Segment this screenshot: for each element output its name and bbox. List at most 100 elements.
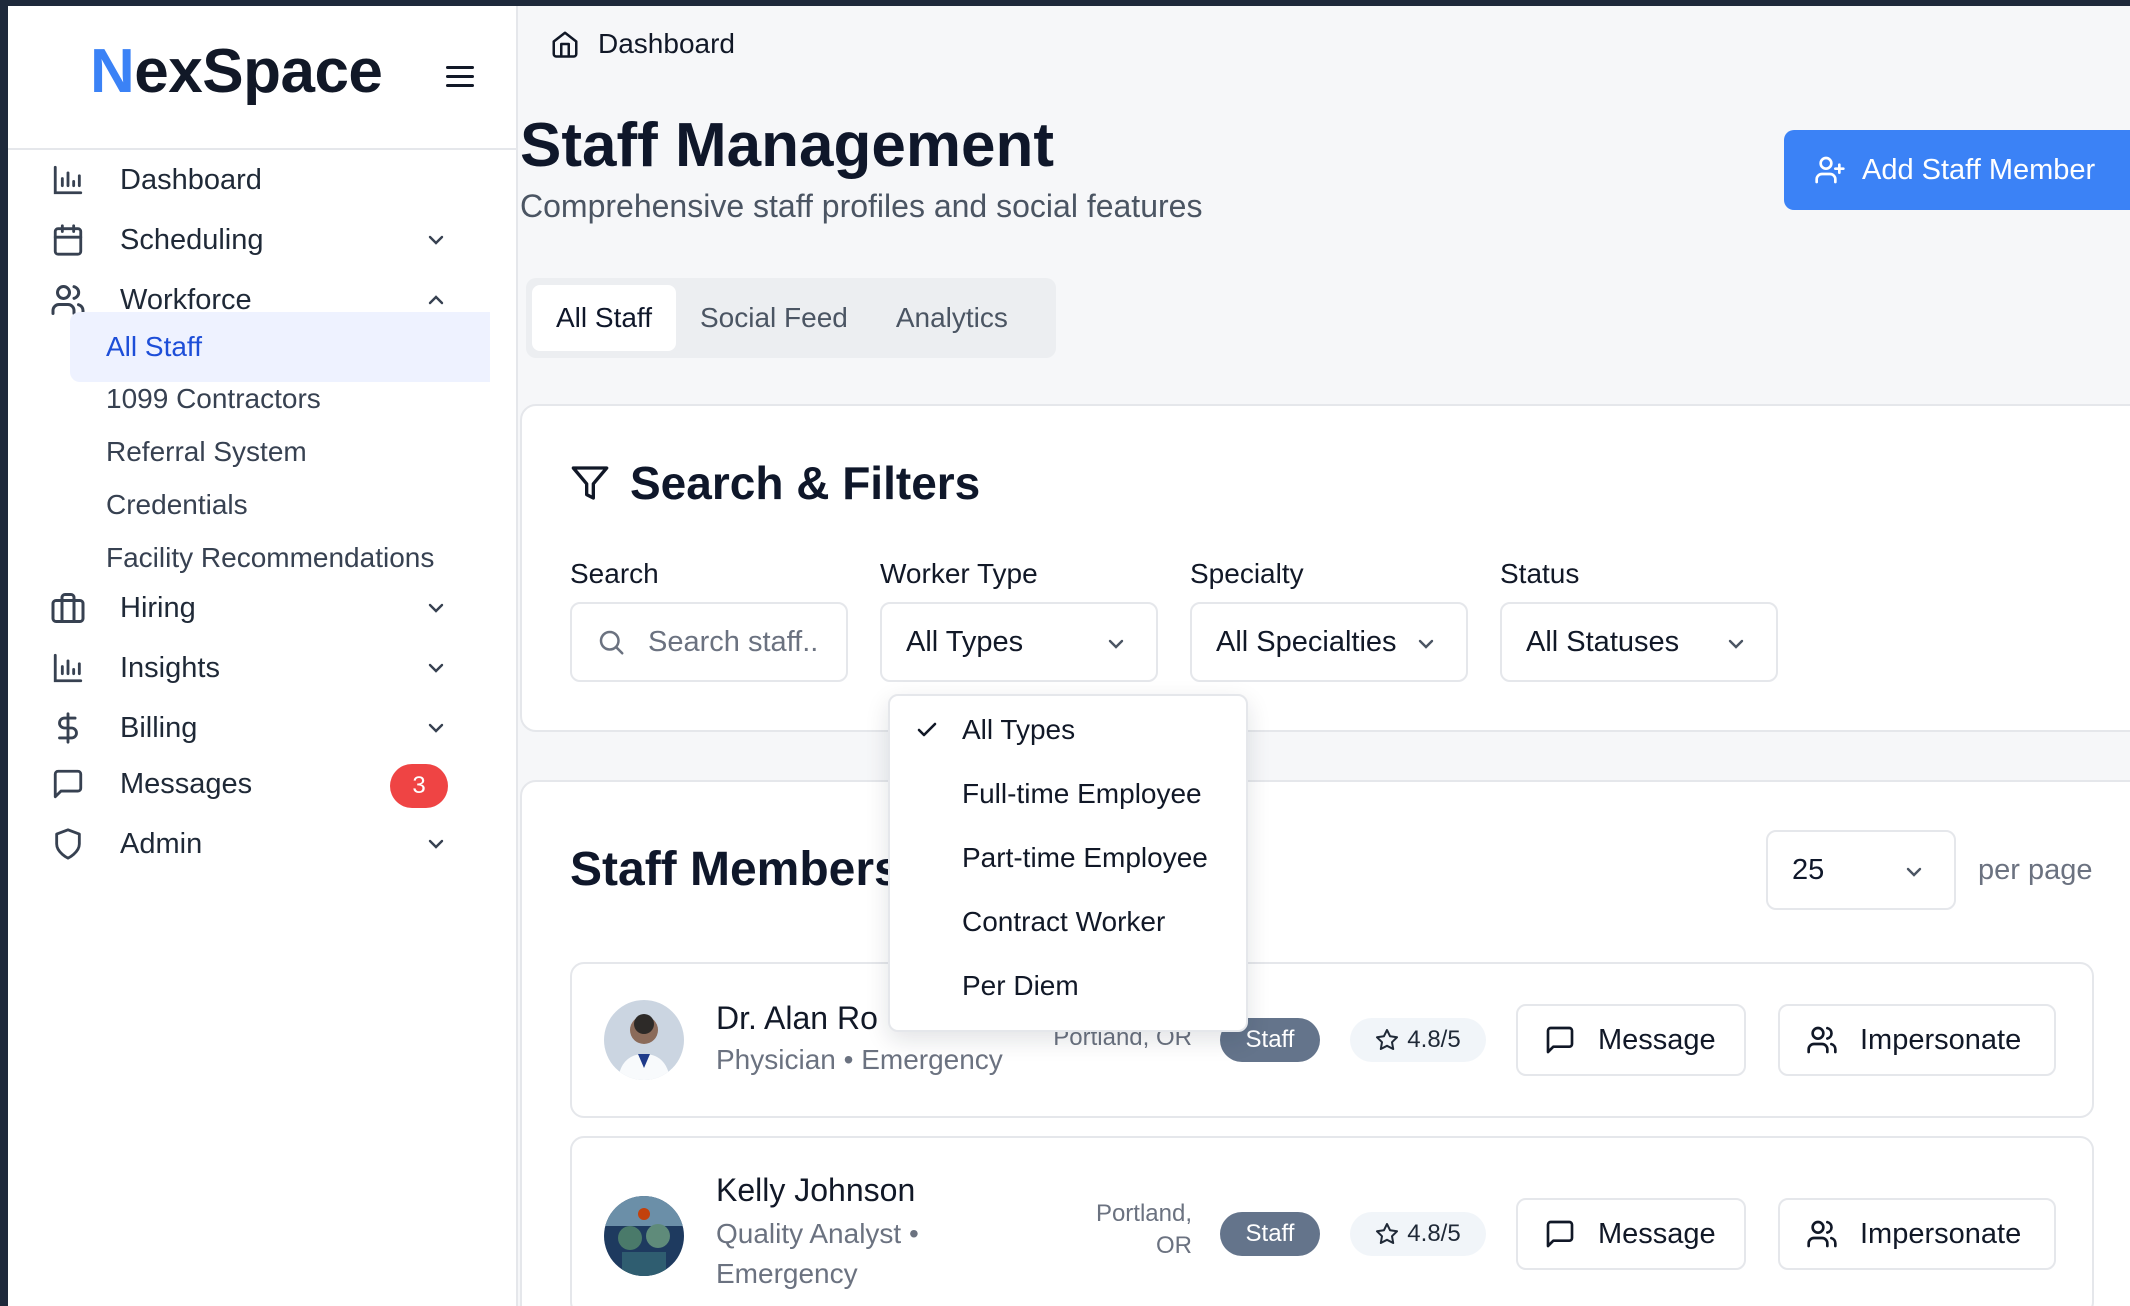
message-label: Message	[1598, 1217, 1716, 1250]
add-staff-label: Add Staff Member	[1862, 153, 2096, 186]
users-icon	[1807, 1220, 1837, 1248]
message-label: Message	[1598, 1023, 1716, 1056]
dollar-icon	[48, 708, 88, 748]
worker-type-value: All Types	[906, 625, 1024, 658]
add-staff-button[interactable]: Add Staff Member	[1784, 130, 2130, 210]
avatar	[604, 1000, 684, 1080]
per-page-value: 25	[1792, 853, 1825, 886]
briefcase-icon	[48, 588, 88, 628]
search-icon	[599, 630, 624, 655]
chevron-down-icon	[428, 839, 444, 849]
filters-title: Search & Filters	[630, 457, 981, 509]
avatar	[604, 1196, 684, 1276]
tab-social-feed[interactable]: Social Feed	[676, 285, 872, 351]
per-page-label: per page	[1978, 854, 2093, 886]
status-select[interactable]: All Statuses	[1500, 602, 1778, 682]
staff-role: Quality Analyst •	[716, 1218, 919, 1249]
sidebar-item-label: Messages	[120, 767, 253, 800]
unread-count-badge: 3	[390, 764, 448, 808]
status-value: All Statuses	[1526, 625, 1680, 658]
rating-value: 4.8/5	[1407, 1220, 1461, 1247]
sidebar-item-dashboard[interactable]: Dashboard	[48, 150, 488, 210]
impersonate-label: Impersonate	[1860, 1023, 2022, 1056]
impersonate-button[interactable]: Impersonate	[1778, 1004, 2056, 1076]
sidebar-item-scheduling[interactable]: Scheduling	[48, 210, 488, 270]
worker-type-select[interactable]: All Types	[880, 602, 1158, 682]
sidebar-item-admin[interactable]: Admin	[48, 814, 488, 874]
dropdown-option-contract[interactable]: Contract Worker	[890, 890, 1246, 954]
chevron-down-icon	[428, 663, 444, 673]
sidebar-item-billing[interactable]: Billing	[48, 698, 488, 758]
chevron-up-icon	[428, 295, 444, 305]
chevron-down-icon	[1728, 639, 1744, 649]
rating-badge: 4.8/5	[1350, 1212, 1486, 1256]
rating-value: 4.8/5	[1407, 1026, 1461, 1053]
specialty-value: All Specialties	[1216, 625, 1397, 658]
sidebar-item-hiring[interactable]: Hiring	[48, 578, 488, 638]
menu-toggle-icon[interactable]	[446, 66, 474, 88]
staff-members-title: Staff Members	[570, 843, 901, 896]
staff-row[interactable]: Kelly Johnson Quality Analyst • Emergenc…	[570, 1136, 2094, 1306]
page-subtitle: Comprehensive staff profiles and social …	[520, 188, 1203, 224]
staff-location-line: OR	[1156, 1232, 1192, 1259]
message-icon	[1546, 1026, 1574, 1054]
per-page-select[interactable]: 25	[1766, 830, 1956, 910]
sidebar-item-label: Admin	[120, 827, 203, 860]
dropdown-option-part-time[interactable]: Part-time Employee	[890, 826, 1246, 890]
star-icon	[1376, 1223, 1399, 1244]
logo-initial: N	[90, 37, 135, 106]
staff-row[interactable]: Dr. Alan Ro Physician • Emergency Portla…	[570, 962, 2094, 1118]
breadcrumb-label: Dashboard	[598, 28, 735, 59]
brand-header: NexSpace	[8, 6, 516, 150]
sidebar-item-label: Hiring	[120, 591, 196, 624]
chevron-down-icon	[1906, 867, 1922, 877]
message-button[interactable]: Message	[1516, 1004, 1746, 1076]
sidebar-item-label: Scheduling	[120, 223, 264, 256]
staff-role: Emergency	[716, 1258, 858, 1289]
chevron-down-icon	[428, 235, 444, 245]
sidebar: NexSpace Dashboard Scheduling Workforce …	[8, 6, 518, 1306]
worker-type-dropdown: All Types Full-time Employee Part-time E…	[888, 694, 1248, 1032]
worker-type-label: Worker Type	[880, 558, 1038, 589]
staff-members-card: Staff Members 25 per page Dr. Alan Ro Ph…	[520, 780, 2130, 1306]
shield-icon	[48, 824, 88, 864]
check-icon	[917, 722, 937, 737]
logo-text: exSpace	[134, 37, 383, 106]
staff-name: Kelly Johnson	[716, 1172, 916, 1208]
home-icon	[552, 31, 578, 58]
star-icon	[1376, 1029, 1399, 1050]
chevron-down-icon	[428, 603, 444, 613]
message-icon	[1546, 1220, 1574, 1248]
rating-badge: 4.8/5	[1350, 1018, 1486, 1062]
message-button[interactable]: Message	[1516, 1198, 1746, 1270]
staff-location-line: Portland,	[1095, 1200, 1192, 1227]
app-frame: NexSpace Dashboard Scheduling Workforce …	[8, 6, 2130, 1306]
chevron-down-icon	[1108, 639, 1124, 649]
calendar-icon	[48, 220, 88, 260]
chevron-down-icon	[1418, 639, 1434, 649]
specialty-select[interactable]: All Specialties	[1190, 602, 1468, 682]
status-label: Status	[1500, 558, 1580, 589]
breadcrumb[interactable]: Dashboard	[550, 28, 735, 60]
filters-heading: Search & Filters	[570, 456, 980, 510]
user-plus-icon	[1815, 156, 1845, 184]
impersonate-label: Impersonate	[1860, 1217, 2022, 1250]
sidebar-item-insights[interactable]: Insights	[48, 638, 488, 698]
app-logo[interactable]: NexSpace	[90, 36, 383, 107]
message-icon	[48, 764, 88, 804]
dropdown-option-all-types[interactable]: All Types	[890, 698, 1246, 762]
sidebar-item-label: Billing	[120, 711, 198, 744]
tab-bar: All Staff Social Feed Analytics	[526, 278, 1056, 358]
tab-analytics[interactable]: Analytics	[872, 285, 1032, 351]
sidebar-item-messages[interactable]: Messages 3	[48, 754, 488, 814]
impersonate-button[interactable]: Impersonate	[1778, 1198, 2056, 1270]
search-input[interactable]: Search staff..	[570, 602, 848, 682]
search-label: Search	[570, 558, 659, 589]
users-icon	[1807, 1026, 1837, 1054]
staff-role: Physician • Emergency	[716, 1044, 1003, 1075]
dropdown-option-full-time[interactable]: Full-time Employee	[890, 762, 1246, 826]
tab-all-staff[interactable]: All Staff	[532, 285, 676, 351]
filters-card: Search & Filters Search Search staff.. W…	[520, 404, 2130, 732]
bar-chart-icon	[48, 160, 88, 200]
dropdown-option-per-diem[interactable]: Per Diem	[890, 954, 1246, 1018]
